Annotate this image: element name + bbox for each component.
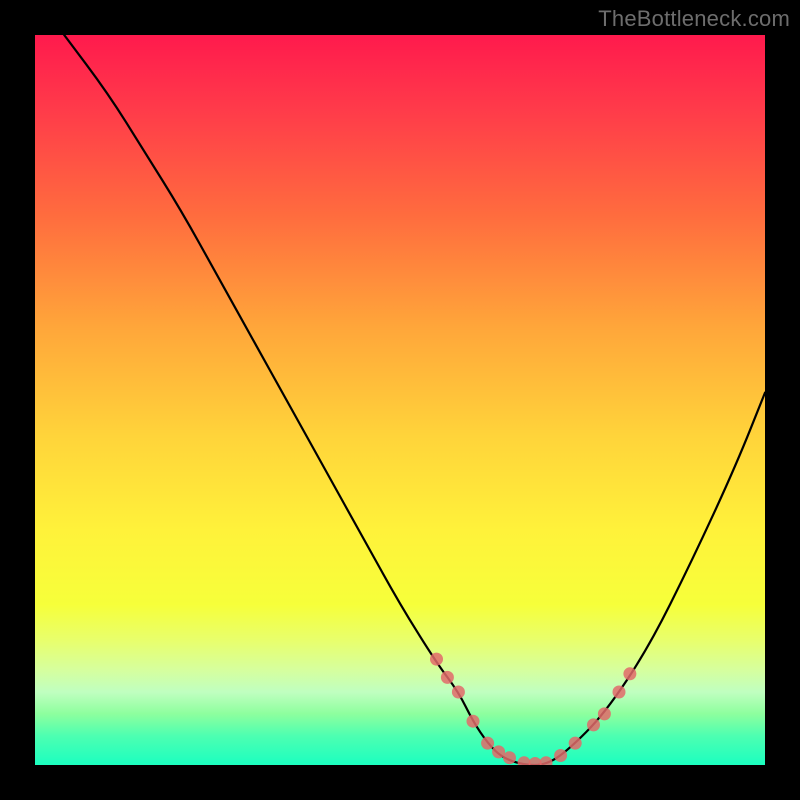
trough-marker — [613, 686, 626, 699]
watermark-text: TheBottleneck.com — [598, 6, 790, 32]
trough-marker — [554, 749, 567, 762]
trough-marker — [452, 686, 465, 699]
trough-marker — [430, 653, 443, 666]
trough-marker — [441, 671, 454, 684]
trough-marker — [503, 751, 516, 764]
trough-marker — [598, 707, 611, 720]
bottleneck-curve — [64, 35, 765, 765]
chart-frame: TheBottleneck.com — [0, 0, 800, 800]
trough-marker — [540, 756, 553, 765]
trough-marker — [467, 715, 480, 728]
plot-area — [35, 35, 765, 765]
curve-svg — [35, 35, 765, 765]
trough-markers-group — [430, 653, 636, 765]
trough-marker — [587, 718, 600, 731]
trough-marker — [569, 737, 582, 750]
trough-marker — [481, 737, 494, 750]
trough-marker — [623, 667, 636, 680]
